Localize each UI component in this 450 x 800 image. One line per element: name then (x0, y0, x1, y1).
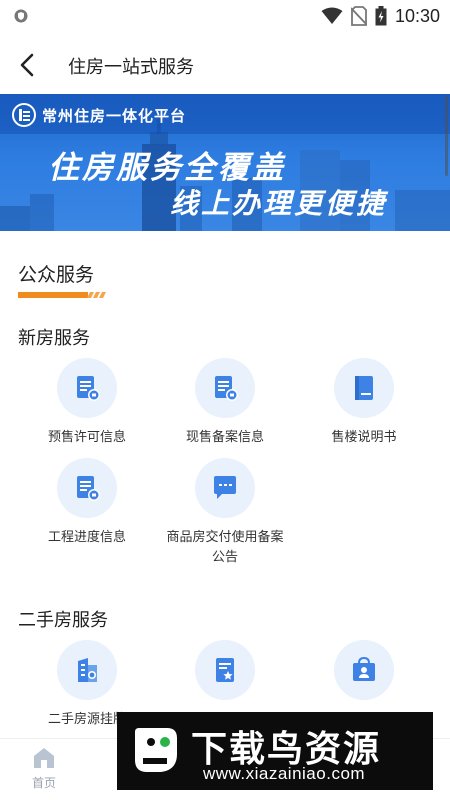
service-label: 工程进度信息 (47, 530, 126, 545)
service-label: 现售备案信息 (185, 430, 264, 445)
group-title-new-house: 新房服务 (18, 328, 90, 349)
service-project-progress[interactable]: 工程进度信息 (12, 458, 162, 548)
group-title-second-hand: 二手房服务 (18, 610, 108, 631)
service-icon-circle (57, 358, 117, 418)
scroll-indicator[interactable] (445, 96, 448, 176)
service-icon-circle (195, 458, 255, 518)
service-icon-circle (334, 640, 394, 700)
chevron-left-icon (20, 53, 34, 77)
service-label: 预售许可信息 (47, 430, 126, 445)
banner-platform-name: 常州住房一体化平台 (42, 107, 187, 125)
section-underline (18, 292, 106, 298)
tab-home[interactable]: 首页 (14, 745, 74, 791)
building-icon (78, 658, 97, 682)
home-icon (34, 748, 54, 768)
battery-icon (375, 6, 387, 26)
service-presale-permit[interactable]: 预售许可信息 (12, 358, 162, 448)
service-icon-circle (57, 640, 117, 700)
back-button[interactable] (12, 50, 42, 80)
status-time: 10:30 (394, 5, 440, 26)
platform-logo-icon (12, 103, 36, 127)
document-stamp-icon (215, 376, 238, 401)
status-bar: 10:30 (0, 0, 450, 32)
service-sale-filing[interactable]: 现售备案信息 (150, 358, 300, 448)
banner-slogan-line2: 线上办理更便捷 (170, 187, 388, 220)
service-delivery-filing-notice[interactable]: 商品房交付使用备案公告 (150, 458, 300, 568)
banner-slogan-line1: 住房服务全覆盖 (48, 150, 286, 186)
document-stamp-icon (77, 476, 100, 501)
book-icon (355, 376, 373, 400)
service-label: 商品房交付使用备案公告 (166, 530, 284, 565)
page-title: 住房一站式服务 (68, 57, 194, 78)
bag-user-icon (353, 656, 375, 681)
service-second-hand-agent[interactable] (289, 640, 439, 710)
service-second-hand-certificate[interactable] (150, 640, 300, 710)
section-title-public-services: 公众服务 (18, 264, 95, 286)
watermark-overlay: 下载鸟资源 www.xiazainiao.com (117, 712, 433, 790)
no-sim-icon (350, 6, 367, 26)
service-icon-circle (195, 640, 255, 700)
service-sales-brochure[interactable]: 售楼说明书 (289, 358, 439, 448)
app-header: 住房一站式服务 (0, 32, 450, 94)
chat-bubble-icon (214, 476, 236, 499)
bird-logo-icon (135, 728, 177, 772)
wifi-icon (321, 7, 343, 24)
tab-home-label: 首页 (31, 776, 56, 790)
shield-icon (14, 9, 28, 23)
service-icon-circle (334, 358, 394, 418)
promo-banner[interactable]: 常州住房一体化平台 住房服务全覆盖 线上办理更便捷 (0, 94, 450, 231)
document-stamp-icon (77, 376, 100, 401)
service-label: 售楼说明书 (331, 430, 397, 445)
certificate-star-icon (216, 658, 234, 682)
watermark-url: www.xiazainiao.com (203, 764, 366, 783)
service-icon-circle (195, 358, 255, 418)
service-icon-circle (57, 458, 117, 518)
